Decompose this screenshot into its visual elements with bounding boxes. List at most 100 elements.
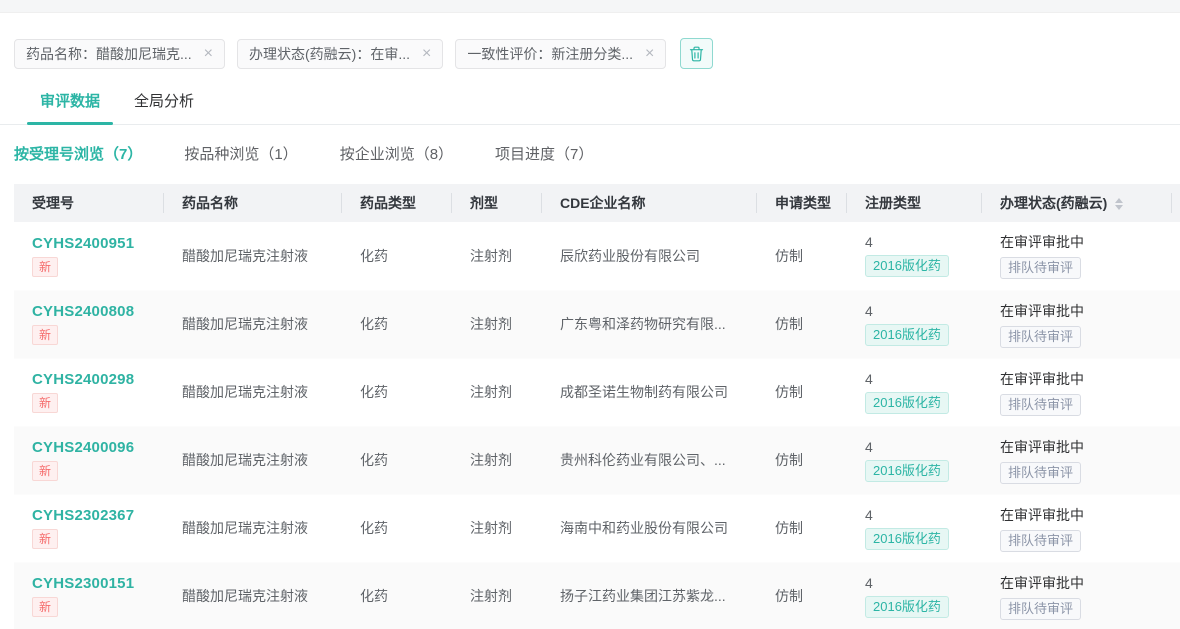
company-name: 广东粤和泽药物研究有限... [560,316,726,332]
col-stub [1172,184,1180,222]
acceptance-no-link[interactable]: CYHS2400096 [32,439,134,456]
clear-filters-button[interactable] [680,38,714,69]
acceptance-no-link[interactable]: CYHS2400298 [32,371,134,388]
sub-tabs: 按受理号浏览（7） 按品种浏览（1） 按企业浏览（8） 项目进度（7） [0,143,1180,164]
drug-name: 醋酸加尼瑞克注射液 [182,384,308,400]
table-row[interactable]: CYHS2400808 新 醋酸加尼瑞克注射液 化药 注射剂 广东粤和泽药物研究有… [14,290,1180,358]
table-row[interactable]: CYHS2400298 新 醋酸加尼瑞克注射液 化药 注射剂 成都圣诺生物制药有限… [14,358,1180,426]
status-badge: 排队待审评 [1000,597,1082,620]
acceptance-no-link[interactable]: CYHS2300151 [32,575,134,592]
drug-type: 化药 [360,247,388,264]
registration-type: 4 [865,574,873,591]
drug-type: 化药 [360,588,388,604]
new-badge: 新 [32,461,59,481]
company-name: 贵州科伦药业有限公司、... [560,452,726,468]
col-status[interactable]: 办理状态(药融云) [982,184,1172,222]
new-badge: 新 [32,597,59,617]
col-drug-type: 药品类型 [342,184,452,222]
subtab-by-acceptance-no[interactable]: 按受理号浏览（7） [14,143,142,164]
registration-badge: 2016版化药 [865,527,949,550]
trash-icon [690,46,704,61]
caret-down-icon [1115,205,1124,211]
close-icon[interactable]: × [422,45,431,62]
application-type: 仿制 [775,520,803,536]
tab-review-data[interactable]: 审评数据 [26,90,114,125]
filter-tag-label: 一致性评价：新注册分类... [467,45,634,62]
main-tabs: 审评数据 全局分析 [0,90,1180,125]
application-type: 仿制 [775,452,803,468]
registration-type: 4 [865,302,873,319]
status-text: 在审评审批中 [1000,302,1084,319]
table-row[interactable]: CYHS2302367 新 醋酸加尼瑞克注射液 化药 注射剂 海南中和药业股份有限… [14,494,1180,562]
table-header: 受理号 药品名称 药品类型 剂型 CDE企业名称 申请类型 注册类型 办理状态(… [14,184,1180,222]
subtab-project-progress[interactable]: 项目进度（7） [495,143,593,164]
col-drug-name: 药品名称 [164,184,342,222]
table-row[interactable]: CYHS2300151 新 醋酸加尼瑞克注射液 化药 注射剂 扬子江药业集团江苏紫… [14,562,1180,629]
filter-tag-drug-name[interactable]: 药品名称：醋酸加尼瑞克... × [14,38,226,69]
application-type: 仿制 [775,384,803,400]
application-type: 仿制 [775,588,803,604]
table-row[interactable]: CYHS2400951 新 醋酸加尼瑞克注射液 化药 注射剂 辰欣药业股份有限公司… [14,222,1180,290]
drug-type: 化药 [360,452,388,468]
col-registration-type: 注册类型 [847,184,982,222]
application-type: 仿制 [775,247,803,264]
acceptance-no-link[interactable]: CYHS2400808 [32,303,134,320]
drug-name: 醋酸加尼瑞克注射液 [182,520,308,536]
status-badge: 排队待审评 [1000,393,1082,416]
caret-up-icon [1115,198,1124,204]
table-row[interactable]: CYHS2400096 新 醋酸加尼瑞克注射液 化药 注射剂 贵州科伦药业有限公司… [14,426,1180,494]
col-company: CDE企业名称 [542,184,757,222]
acceptance-no-link[interactable]: CYHS2400951 [32,235,134,252]
new-badge: 新 [32,325,59,345]
status-badge: 排队待审评 [1000,529,1082,552]
tab-global-analysis[interactable]: 全局分析 [134,90,194,124]
application-type: 仿制 [775,316,803,332]
status-badge: 排队待审评 [1000,325,1082,348]
dosage-form: 注射剂 [470,520,512,536]
new-badge: 新 [32,393,59,413]
registration-badge: 2016版化药 [865,459,949,482]
close-icon[interactable]: × [645,45,654,62]
drug-name: 醋酸加尼瑞克注射液 [182,588,308,604]
col-dosage-form: 剂型 [452,184,542,222]
status-text: 在审评审批中 [1000,234,1084,251]
status-badge: 排队待审评 [1000,461,1082,484]
col-acceptance-no: 受理号 [14,184,164,222]
status-badge: 排队待审评 [1000,257,1082,280]
subtab-by-variety[interactable]: 按品种浏览（1） [184,143,297,164]
dosage-form: 注射剂 [470,452,512,468]
filter-tag-label: 药品名称：醋酸加尼瑞克... [26,45,192,62]
registration-type: 4 [865,234,873,251]
status-text: 在审评审批中 [1000,506,1084,523]
company-name: 扬子江药业集团江苏紫龙... [560,588,726,604]
registration-badge: 2016版化药 [865,595,949,618]
registration-type: 4 [865,438,873,455]
dosage-form: 注射剂 [470,316,512,332]
drug-name: 醋酸加尼瑞克注射液 [182,452,308,468]
sort-icon[interactable] [1115,198,1124,211]
new-badge: 新 [32,529,59,549]
registration-badge: 2016版化药 [865,323,949,346]
company-name: 海南中和药业股份有限公司 [560,520,728,536]
status-text: 在审评审批中 [1000,370,1084,387]
filter-tag-status[interactable]: 办理状态(药融云)：在审... × [237,38,444,69]
review-data-table: 受理号 药品名称 药品类型 剂型 CDE企业名称 申请类型 注册类型 办理状态(… [14,184,1180,629]
dosage-form: 注射剂 [470,247,512,264]
drug-type: 化药 [360,384,388,400]
registration-badge: 2016版化药 [865,391,949,414]
new-badge: 新 [32,256,59,277]
drug-type: 化药 [360,520,388,536]
subtab-by-company[interactable]: 按企业浏览（8） [340,143,453,164]
col-application-type: 申请类型 [757,184,847,222]
top-strip [0,0,1180,13]
dosage-form: 注射剂 [470,384,512,400]
drug-type: 化药 [360,316,388,332]
acceptance-no-link[interactable]: CYHS2302367 [32,507,134,524]
company-name: 辰欣药业股份有限公司 [560,247,700,264]
close-icon[interactable]: × [204,45,213,62]
status-text: 在审评审批中 [1000,574,1084,591]
filter-tag-consistency[interactable]: 一致性评价：新注册分类... × [455,38,667,69]
drug-name: 醋酸加尼瑞克注射液 [182,247,308,264]
registration-badge: 2016版化药 [865,255,949,278]
filter-bar: 药品名称：醋酸加尼瑞克... × 办理状态(药融云)：在审... × 一致性评价… [0,13,1180,69]
